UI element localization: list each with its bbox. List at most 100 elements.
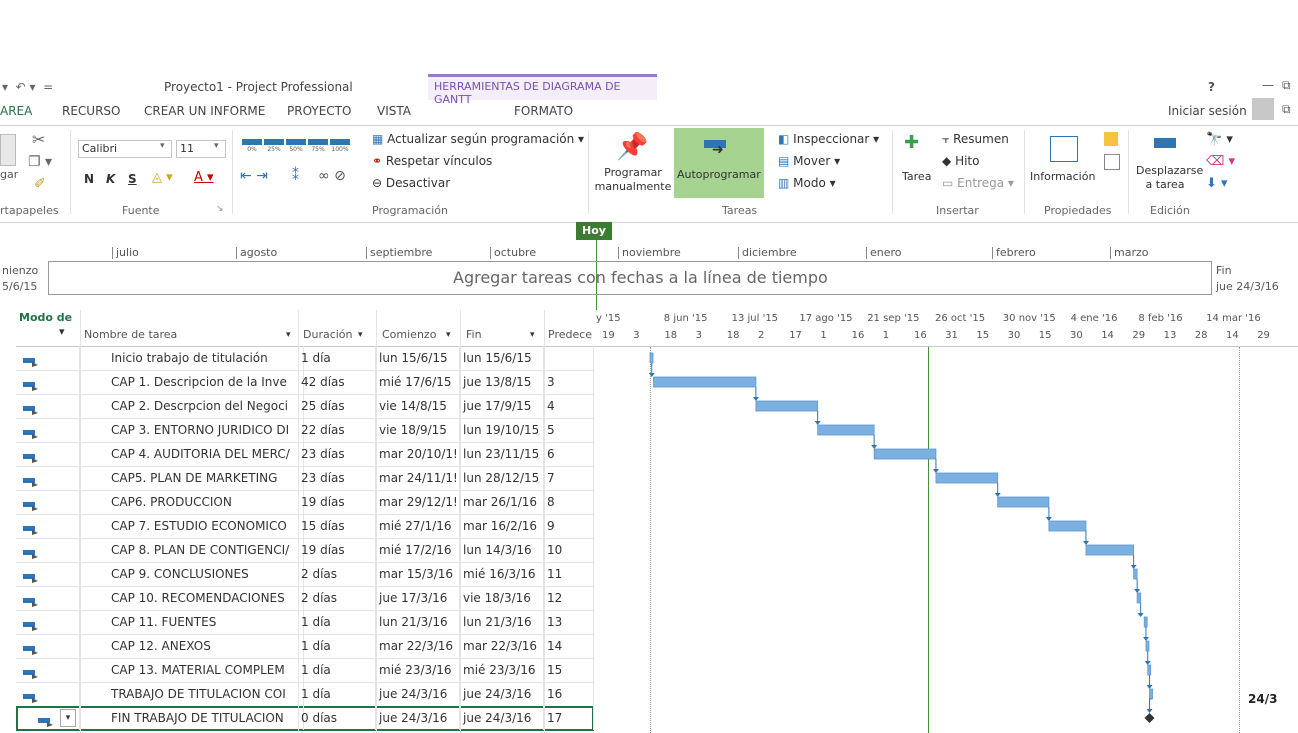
tab-recurso[interactable]: RECURSO [62,104,120,118]
signin-link[interactable]: Iniciar sesión [1168,104,1247,118]
tab-vista[interactable]: VISTA [377,104,411,118]
task-duration-cell[interactable]: 22 días [298,418,376,442]
task-finish-cell[interactable]: jue 13/8/15 [460,370,544,394]
find-icon[interactable]: 🔭 ▾ [1206,132,1233,147]
auto-schedule-button[interactable]: ➜ Autoprogramar [674,128,764,198]
task-finish-cell[interactable]: lun 14/3/16 [460,538,544,562]
task-name-cell[interactable]: FIN TRABAJO DE TITULACION [108,706,304,730]
header-duration[interactable]: Duración [303,328,353,341]
header-mode[interactable]: Modo de ▾ [19,312,75,338]
paste-button[interactable]: gar [0,168,18,181]
gantt-bar[interactable] [1149,688,1153,700]
task-mode-cell[interactable] [16,538,80,562]
deactivate-button[interactable]: ⊖ Desactivar [372,176,450,190]
task-start-cell[interactable]: mié 17/2/16 [376,538,460,562]
task-pred-cell[interactable]: 3 [544,370,594,394]
task-name-cell[interactable]: CAP6. PRODUCCION [108,490,304,514]
task-start-cell[interactable]: mar 24/11/1! [376,466,460,490]
gantt-bar[interactable] [935,472,999,484]
task-mode-cell[interactable]: ▾ [16,706,80,730]
pct-0-button[interactable]: 0% [240,138,264,154]
header-start[interactable]: Comienzo [382,328,436,341]
help-button[interactable]: ? [1208,80,1215,94]
minimize-button[interactable]: — [1262,78,1274,92]
header-name[interactable]: Nombre de tarea [84,328,177,341]
task-name-cell[interactable]: CAP 9. CONCLUSIONES [108,562,304,586]
task-start-cell[interactable]: mié 23/3/16 [376,658,460,682]
task-start-cell[interactable]: jue 24/3/16 [376,706,460,730]
task-duration-cell[interactable]: 1 día [298,634,376,658]
task-mode-cell[interactable] [16,610,80,634]
restore-button[interactable]: ⧉ [1282,78,1291,93]
table-row[interactable]: CAP 10. RECOMENDACIONES 2 días jue 17/3/16… [16,586,594,611]
mode-button[interactable]: ▥ Modo ▾ [778,176,836,190]
task-finish-cell[interactable]: lun 21/3/16 [460,610,544,634]
task-start-cell[interactable]: mié 27/1/16 [376,514,460,538]
underline-button[interactable]: S [128,172,137,186]
task-name-cell[interactable]: CAP 12. ANEXOS [108,634,304,658]
table-row[interactable]: CAP 8. PLAN DE CONTIGENCI/19 días mié 17/… [16,538,594,563]
notes-icon[interactable] [1104,132,1118,146]
outdent-icon[interactable]: ⇤ ⇥ [240,168,268,184]
gantt-bar[interactable] [817,424,875,436]
respect-links-button[interactable]: ⚭ Respetar vínculos [372,154,492,168]
task-start-cell[interactable]: mar 29/12/1! [376,490,460,514]
cut-icon[interactable]: ✂ [32,130,45,149]
task-duration-cell[interactable]: 15 días [298,514,376,538]
task-mode-cell[interactable] [16,658,80,682]
split-task-icon[interactable]: ⁑ [292,168,299,184]
insert-task-button[interactable]: Tarea [902,170,931,183]
task-start-cell[interactable]: vie 18/9/15 [376,418,460,442]
mode-dropdown-icon[interactable]: ▾ [60,709,76,727]
task-mode-cell[interactable] [16,466,80,490]
task-pred-cell[interactable]: 16 [544,682,594,706]
task-finish-cell[interactable]: lun 23/11/15 [460,442,544,466]
task-pred-cell[interactable] [544,346,594,370]
task-pred-cell[interactable]: 15 [544,658,594,682]
task-duration-cell[interactable]: 23 días [298,442,376,466]
task-start-cell[interactable]: mar 20/10/1! [376,442,460,466]
task-finish-cell[interactable]: mar 22/3/16 [460,634,544,658]
table-row[interactable]: CAP 11. FUENTES 1 día lun 21/3/16 lun 21/3/… [16,610,594,635]
gantt-bar[interactable] [1085,544,1135,556]
task-duration-cell[interactable]: 2 días [298,562,376,586]
pct-75-button[interactable]: 75% [306,138,330,154]
format-painter-icon[interactable]: ✐ [34,176,46,192]
task-mode-cell[interactable] [16,418,80,442]
fill-color-icon[interactable]: ◬ ▾ [152,170,173,185]
task-mode-cell[interactable] [16,370,80,394]
task-mode-cell[interactable] [16,634,80,658]
task-start-cell[interactable]: jue 24/3/16 [376,682,460,706]
header-name-dropdown-icon[interactable]: ▾ [286,330,291,340]
header-predecessors[interactable]: Predece [548,328,592,341]
table-row[interactable]: CAP 2. Descrpcion del Negoci 25 días vie 1… [16,394,594,419]
task-pred-cell[interactable]: 9 [544,514,594,538]
gantt-bar[interactable] [1133,568,1138,580]
task-start-cell[interactable]: mié 17/6/15 [376,370,460,394]
task-name-cell[interactable]: CAP 7. ESTUDIO ECONOMICO [108,514,304,538]
table-row[interactable]: CAP 9. CONCLUSIONES 2 días mar 15/3/16 mié … [16,562,594,587]
timeline-bar[interactable]: Agregar tareas con fechas a la línea de … [48,261,1212,295]
gantt-bar[interactable] [873,448,937,460]
gantt-bar[interactable] [1147,664,1152,676]
move-button[interactable]: ▤ Mover ▾ [778,154,840,168]
task-pred-cell[interactable]: 13 [544,610,594,634]
task-duration-cell[interactable]: 23 días [298,466,376,490]
task-pred-cell[interactable]: 4 [544,394,594,418]
task-mode-cell[interactable] [16,490,80,514]
task-duration-cell[interactable]: 25 días [298,394,376,418]
task-name-cell[interactable]: CAP 11. FUENTES [108,610,304,634]
pct-25-button[interactable]: 25% [262,138,286,154]
font-dialog-launcher-icon[interactable]: ↘ [216,204,224,214]
task-duration-cell[interactable]: 0 días [298,706,376,730]
task-name-cell[interactable]: TRABAJO DE TITULACION COI [108,682,304,706]
font-family-select[interactable]: Calibri [78,140,172,158]
insert-task-icon[interactable]: ✚ [904,132,919,153]
task-mode-cell[interactable] [16,682,80,706]
tab-crear-informe[interactable]: CREAR UN INFORME [144,104,265,118]
font-size-dropdown-icon[interactable]: ▾ [214,141,219,151]
task-mode-cell[interactable] [16,562,80,586]
task-pred-cell[interactable]: 5 [544,418,594,442]
tab-proyecto[interactable]: PROYECTO [287,104,351,118]
task-name-cell[interactable]: CAP5. PLAN DE MARKETING [108,466,304,490]
